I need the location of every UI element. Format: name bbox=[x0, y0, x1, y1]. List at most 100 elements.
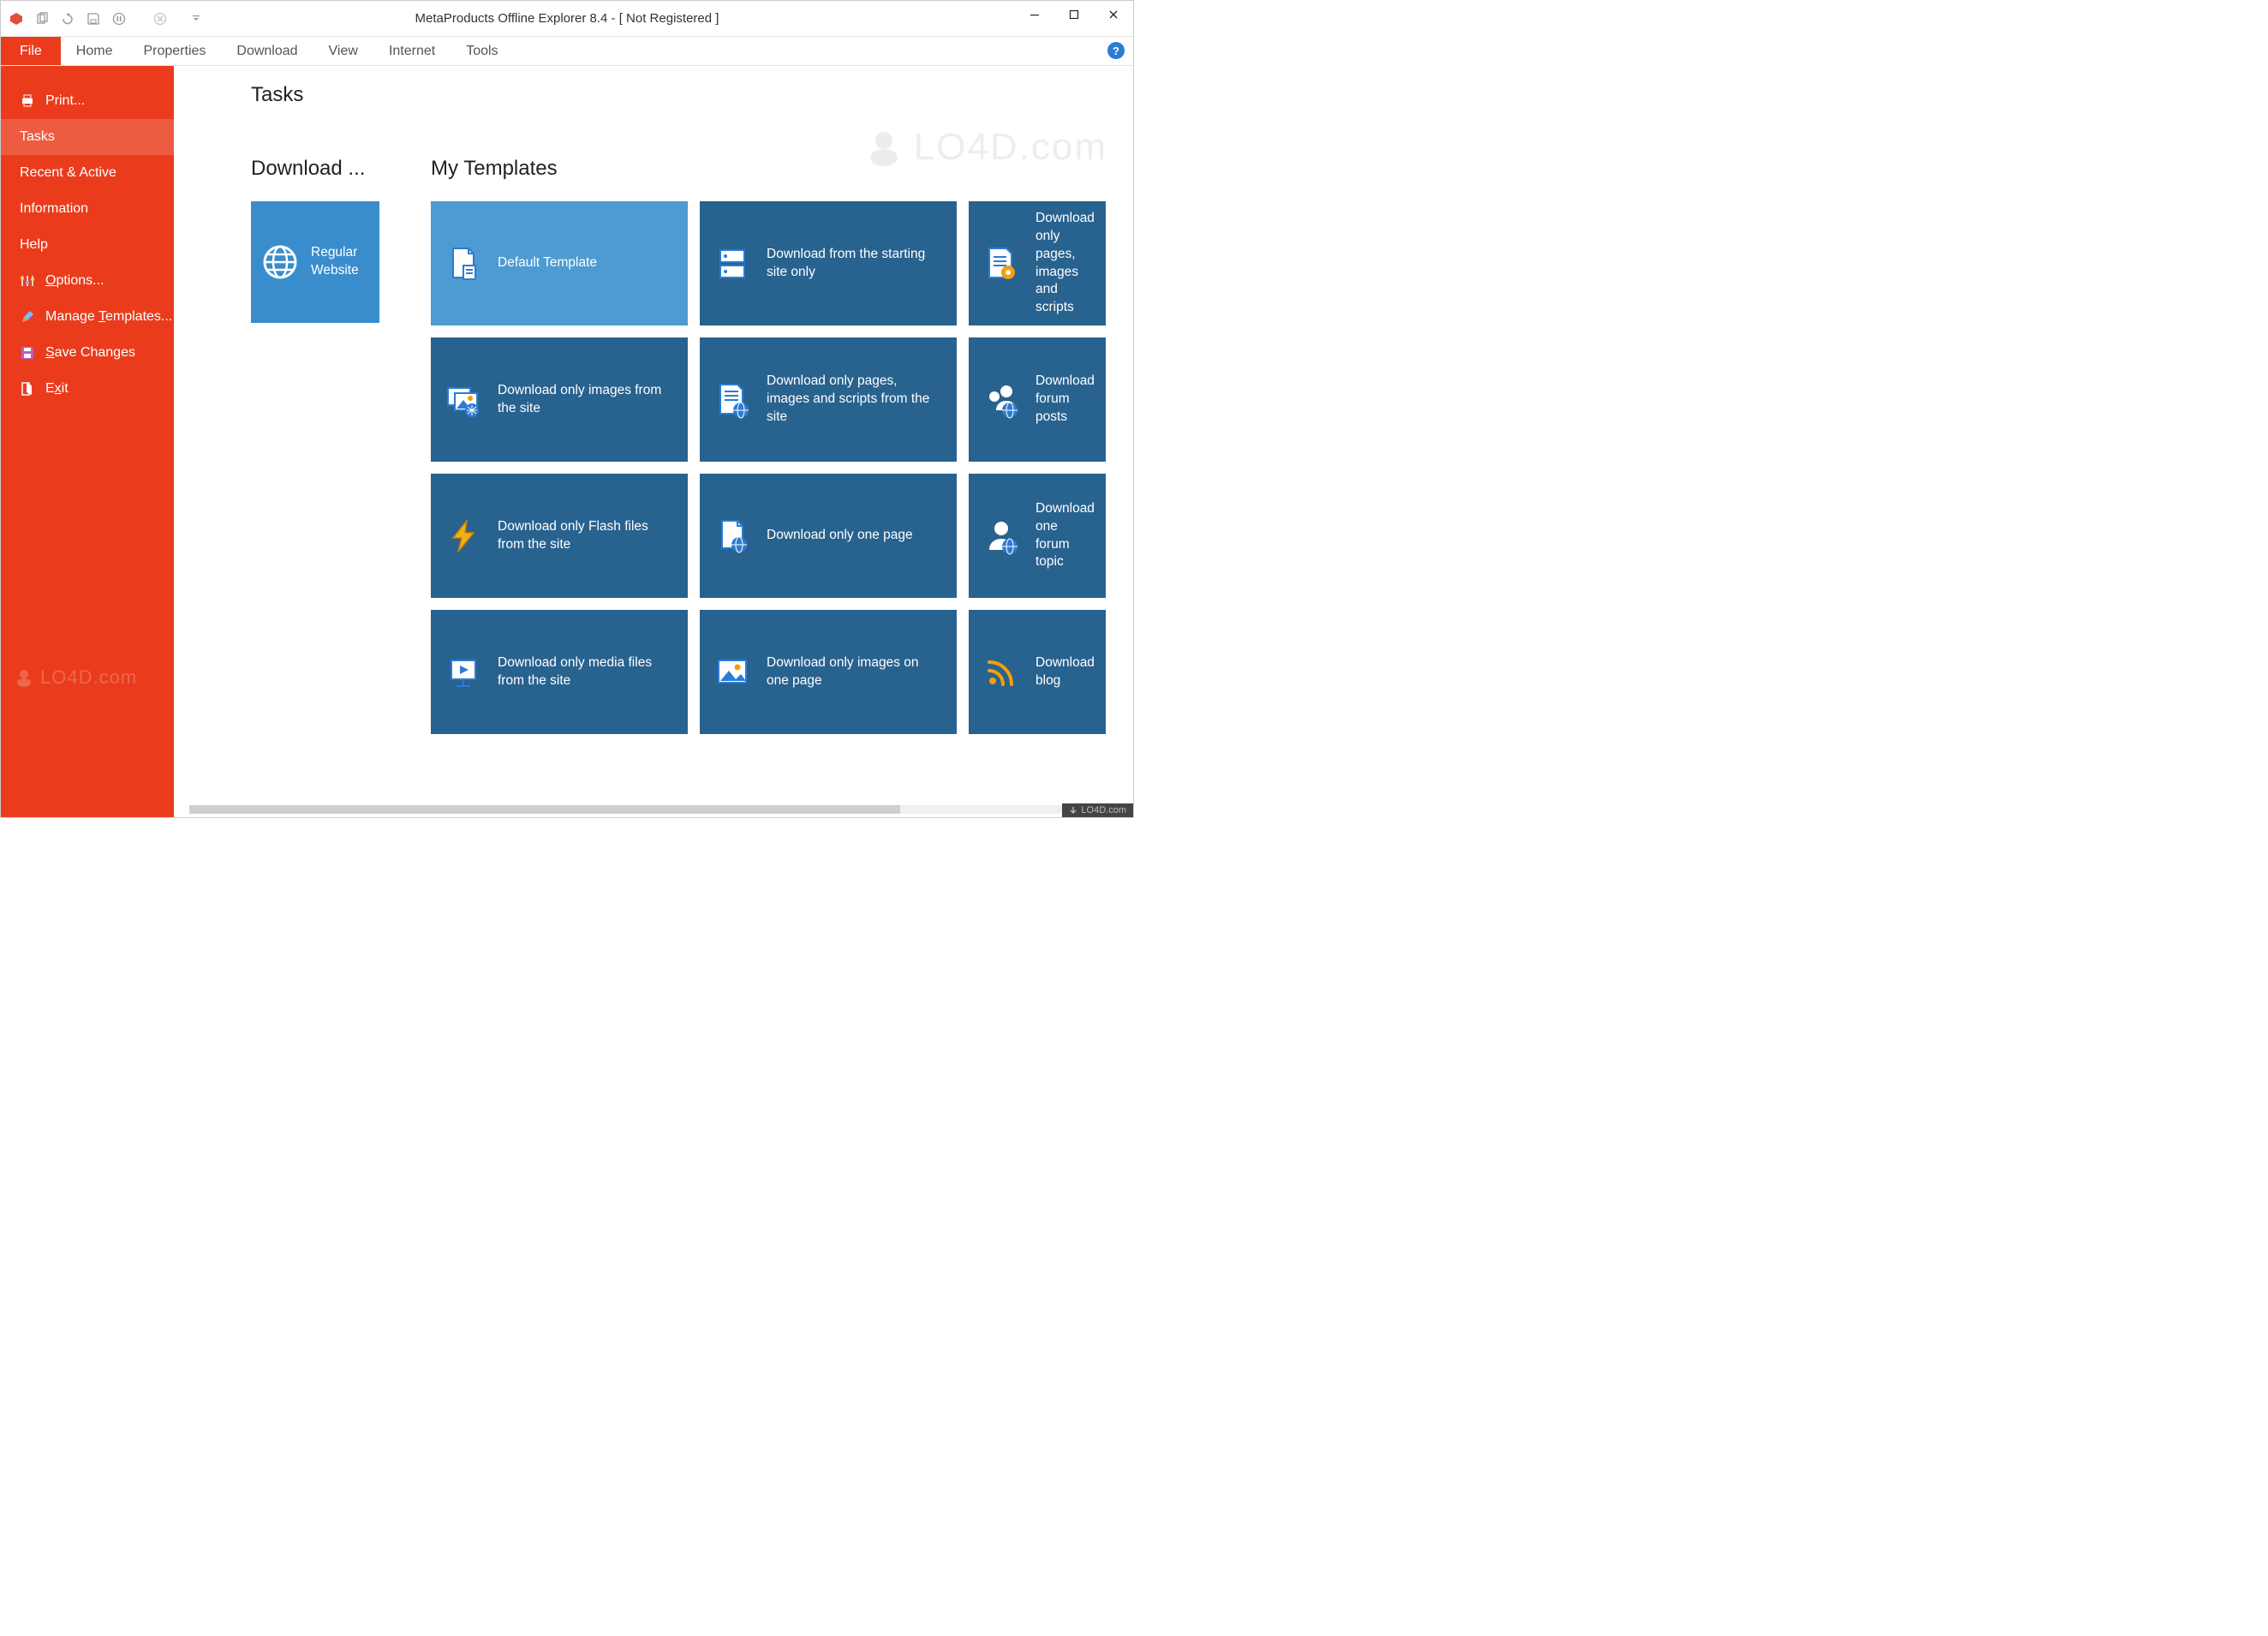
people-icon bbox=[982, 381, 1020, 419]
tile-label: Download from the starting site only bbox=[767, 246, 943, 282]
person-icon bbox=[982, 517, 1020, 555]
edit-icon bbox=[20, 309, 35, 325]
qat-copy-icon[interactable] bbox=[33, 10, 51, 27]
backstage-main: LO4D.com Tasks Download ... Regular Webs… bbox=[174, 66, 1133, 817]
media-icon bbox=[445, 654, 482, 691]
tile-label: Download only images on one page bbox=[767, 654, 943, 690]
tile-label: Download only media files from the site bbox=[498, 654, 674, 690]
window-controls bbox=[1015, 1, 1133, 37]
sidebar-item-print[interactable]: Print... bbox=[1, 83, 174, 119]
qat-customize-icon[interactable] bbox=[188, 10, 205, 27]
tile-label: Download only one page bbox=[767, 527, 913, 545]
page-title: Tasks bbox=[251, 83, 1133, 107]
tile-label: Download one forum topic bbox=[1036, 500, 1095, 572]
sidebar-item-information[interactable]: Information bbox=[1, 191, 174, 227]
tab-properties[interactable]: Properties bbox=[128, 37, 221, 65]
template-flash-files[interactable]: Download only Flash files from the site bbox=[431, 474, 688, 598]
app-icon bbox=[8, 10, 25, 27]
help-icon[interactable]: ? bbox=[1107, 42, 1125, 59]
sidebar-label: Exit bbox=[45, 381, 69, 397]
tile-label: Download blog bbox=[1036, 654, 1095, 690]
sidebar-label: Manage Templates... bbox=[45, 309, 172, 325]
globe-icon bbox=[261, 243, 299, 281]
template-pages-images-scripts[interactable]: Download only pages, images and scripts … bbox=[700, 337, 957, 462]
backstage: Print... Tasks Recent & Active Informati… bbox=[1, 66, 1133, 817]
print-icon bbox=[20, 93, 35, 109]
watermark: LO4D.com bbox=[13, 666, 137, 689]
tile-label: Download only pages, images and scripts … bbox=[767, 373, 943, 427]
sidebar-label: Information bbox=[20, 201, 88, 217]
template-row: Default Template Download from the start… bbox=[431, 201, 1133, 325]
sidebar-label: Print... bbox=[45, 93, 85, 109]
sidebar-item-options[interactable]: Options... bbox=[1, 263, 174, 299]
sidebar-label: Save Changes bbox=[45, 345, 135, 361]
document-gear-icon bbox=[982, 245, 1020, 283]
sidebar-label: Tasks bbox=[20, 129, 55, 145]
picture-icon bbox=[713, 654, 751, 691]
tile-regular-website[interactable]: Regular Website bbox=[251, 201, 379, 323]
horizontal-scrollbar[interactable] bbox=[189, 805, 1133, 814]
template-default[interactable]: Default Template bbox=[431, 201, 688, 325]
document-icon bbox=[445, 245, 482, 283]
tab-internet[interactable]: Internet bbox=[373, 37, 451, 65]
template-forum-posts[interactable]: Download forum posts bbox=[969, 337, 1106, 462]
templates-grid: Default Template Download from the start… bbox=[431, 201, 1133, 734]
template-starting-site[interactable]: Download from the starting site only bbox=[700, 201, 957, 325]
qat-undo-icon[interactable] bbox=[59, 10, 76, 27]
tile-label: Download forum posts bbox=[1036, 373, 1095, 427]
exit-icon bbox=[20, 381, 35, 397]
sidebar-label: Options... bbox=[45, 273, 104, 289]
quick-access-toolbar bbox=[1, 10, 205, 27]
tab-home[interactable]: Home bbox=[61, 37, 128, 65]
templates-section: My Templates Default Template Download f… bbox=[431, 157, 1133, 734]
sidebar-item-manage-templates[interactable]: Manage Templates... bbox=[1, 299, 174, 335]
template-pages-images-scripts-cut[interactable]: Download only pages, images and scripts bbox=[969, 201, 1106, 325]
qat-save-icon[interactable] bbox=[85, 10, 102, 27]
tile-label: Regular Website bbox=[311, 244, 369, 280]
sidebar-item-exit[interactable]: Exit bbox=[1, 371, 174, 407]
template-images-one-page[interactable]: Download only images on one page bbox=[700, 610, 957, 734]
server-icon bbox=[713, 245, 751, 283]
sidebar-item-help[interactable]: Help bbox=[1, 227, 174, 263]
download-section: Download ... Regular Website bbox=[251, 157, 379, 734]
tab-file[interactable]: File bbox=[1, 37, 61, 65]
sliders-icon bbox=[20, 273, 35, 289]
sidebar-item-tasks[interactable]: Tasks bbox=[1, 119, 174, 155]
tile-label: Download only Flash files from the site bbox=[498, 518, 674, 554]
sidebar-item-save-changes[interactable]: Save Changes bbox=[1, 335, 174, 371]
minimize-button[interactable] bbox=[1015, 1, 1054, 28]
sidebar-label: Help bbox=[20, 237, 48, 253]
page-globe-icon bbox=[713, 517, 751, 555]
ribbon-tabs: File Home Properties Download View Inter… bbox=[1, 37, 1133, 66]
section-head-download: Download ... bbox=[251, 157, 379, 181]
template-images-site[interactable]: Download only images from the site bbox=[431, 337, 688, 462]
template-forum-topic[interactable]: Download one forum topic bbox=[969, 474, 1106, 598]
sidebar-item-recent[interactable]: Recent & Active bbox=[1, 155, 174, 191]
watermark: LO4D.com bbox=[862, 126, 1107, 169]
tile-label: Download only pages, images and scripts bbox=[1036, 210, 1095, 318]
tab-view[interactable]: View bbox=[313, 37, 373, 65]
template-one-page[interactable]: Download only one page bbox=[700, 474, 957, 598]
template-blog[interactable]: Download blog bbox=[969, 610, 1106, 734]
template-row: Download only media files from the site … bbox=[431, 610, 1133, 734]
pictures-icon bbox=[445, 381, 482, 419]
close-button[interactable] bbox=[1094, 1, 1133, 28]
maximize-button[interactable] bbox=[1054, 1, 1094, 28]
tab-download[interactable]: Download bbox=[221, 37, 313, 65]
flash-icon bbox=[445, 517, 482, 555]
document-globe-icon bbox=[713, 381, 751, 419]
tab-tools[interactable]: Tools bbox=[451, 37, 513, 65]
template-media-files[interactable]: Download only media files from the site bbox=[431, 610, 688, 734]
titlebar: MetaProducts Offline Explorer 8.4 - [ No… bbox=[1, 1, 1133, 37]
template-row: Download only Flash files from the site … bbox=[431, 474, 1133, 598]
tile-label: Download only images from the site bbox=[498, 382, 674, 418]
rss-icon bbox=[982, 654, 1020, 691]
footer-badge: LO4D.com bbox=[1062, 803, 1133, 817]
backstage-sidebar: Print... Tasks Recent & Active Informati… bbox=[1, 66, 174, 817]
sidebar-label: Recent & Active bbox=[20, 165, 116, 181]
template-row: Download only images from the site Downl… bbox=[431, 337, 1133, 462]
qat-stop-icon[interactable] bbox=[152, 10, 169, 27]
qat-pause-icon[interactable] bbox=[110, 10, 128, 27]
save-icon bbox=[20, 345, 35, 361]
tile-label: Default Template bbox=[498, 254, 597, 272]
